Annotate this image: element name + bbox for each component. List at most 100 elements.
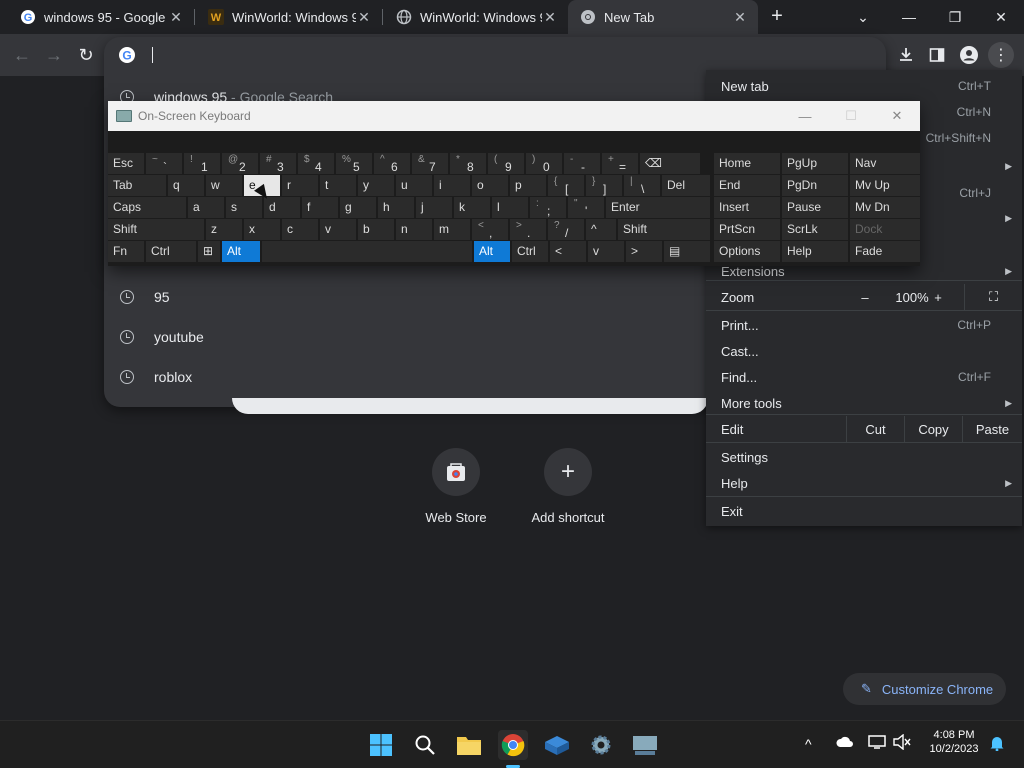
copy-button[interactable]: Copy (904, 416, 962, 442)
key-v[interactable]: v (320, 219, 356, 240)
key-,[interactable]: <, (472, 219, 508, 240)
tray-overflow-icon[interactable]: ^ (805, 736, 812, 752)
zoom-out-button[interactable]: – (846, 284, 884, 310)
key-nav[interactable]: Nav (850, 153, 920, 174)
app-icon[interactable] (542, 730, 572, 760)
key-\[interactable]: | \ (624, 175, 660, 196)
close-tab-icon[interactable]: ✕ (168, 9, 184, 26)
key-space[interactable] (262, 241, 472, 262)
key-f[interactable]: f (302, 197, 338, 218)
key-9[interactable]: (9 (488, 153, 524, 174)
key-7[interactable]: & 7 (412, 153, 448, 174)
key-u[interactable]: u (396, 175, 432, 196)
key-k[interactable]: k (454, 197, 490, 218)
key-5[interactable]: % 5 (336, 153, 372, 174)
key-[[interactable]: {[ (548, 175, 584, 196)
key-2[interactable]: @2 (222, 153, 258, 174)
key-mv-dn[interactable]: Mv Dn (850, 197, 920, 218)
tab-winworld-1[interactable]: W WinWorld: Windows 9 ✕ (196, 0, 382, 34)
key-prtscn[interactable]: PrtScn (714, 219, 780, 240)
customize-chrome-button[interactable]: ✎ Customize Chrome (843, 673, 1006, 705)
key-fade[interactable]: Fade (850, 241, 920, 262)
key-enter[interactable]: Enter (606, 197, 710, 218)
menu-new-tab[interactable]: New tab Ctrl+T (706, 73, 1022, 99)
key-i[interactable]: i (434, 175, 470, 196)
file-explorer-icon[interactable] (454, 730, 484, 760)
key-'[interactable]: " ' (568, 197, 604, 218)
text-caret[interactable] (152, 47, 153, 63)
key-scrlk[interactable]: ScrLk (782, 219, 848, 240)
key-h[interactable]: h (378, 197, 414, 218)
key-alt[interactable]: Alt (222, 241, 260, 262)
key-up-arrow[interactable]: ^ (586, 219, 616, 240)
key-m[interactable]: m (434, 219, 470, 240)
key-8[interactable]: * 8 (450, 153, 486, 174)
key-g[interactable]: g (340, 197, 376, 218)
forward-icon[interactable]: → (42, 43, 66, 67)
key-help[interactable]: Help (782, 241, 848, 262)
notification-bell-icon[interactable] (990, 735, 1004, 754)
key-/[interactable]: ? / (548, 219, 584, 240)
menu-more-tools[interactable]: More tools ▶ (706, 390, 1022, 416)
key-x[interactable]: x (244, 219, 280, 240)
search-icon[interactable] (410, 730, 440, 760)
key-alt-right[interactable]: Alt (474, 241, 510, 262)
restore-icon[interactable]: ❐ (932, 0, 978, 34)
key-Esc[interactable]: Esc (108, 153, 144, 174)
key-.[interactable]: >. (510, 219, 546, 240)
key-a[interactable]: a (188, 197, 224, 218)
osk-icon[interactable] (630, 730, 660, 760)
chrome-icon[interactable] (498, 730, 528, 760)
suggestion-item[interactable]: youtube (104, 317, 704, 357)
key-s[interactable]: s (226, 197, 262, 218)
key-Shift[interactable]: Shift (108, 219, 204, 240)
key-z[interactable]: z (206, 219, 242, 240)
key-1[interactable]: ! 1 (184, 153, 220, 174)
key-q[interactable]: q (168, 175, 204, 196)
menu-cast[interactable]: Cast... (706, 338, 1022, 364)
key-t[interactable]: t (320, 175, 356, 196)
key-`[interactable]: ~ ` (146, 153, 182, 174)
key-insert[interactable]: Insert (714, 197, 780, 218)
windows-key-icon[interactable]: ⊞ (198, 241, 220, 262)
menu-help[interactable]: Help ▶ (706, 470, 1022, 496)
menu-print[interactable]: Print... Ctrl+P (706, 312, 1022, 338)
key-r[interactable]: r (282, 175, 318, 196)
close-tab-icon[interactable]: ✕ (356, 9, 372, 26)
download-icon[interactable] (893, 42, 919, 68)
cut-button[interactable]: Cut (846, 416, 904, 442)
key-options[interactable]: Options (714, 241, 780, 262)
key-end[interactable]: End (714, 175, 780, 196)
key-;[interactable]: :; (530, 197, 566, 218)
suggestion-item[interactable]: 95 (104, 277, 704, 317)
key-Tab[interactable]: Tab (108, 175, 166, 196)
key-6[interactable]: ^ 6 (374, 153, 410, 174)
key-pause[interactable]: Pause (782, 197, 848, 218)
settings-icon[interactable] (586, 730, 616, 760)
key--[interactable]: -- (564, 153, 600, 174)
back-icon[interactable]: ← (10, 43, 34, 67)
fullscreen-icon[interactable]: ⛶ (964, 284, 1022, 310)
key-=[interactable]: + = (602, 153, 638, 174)
tab-search-icon[interactable]: ⌄ (840, 0, 886, 34)
shortcut-web-store[interactable]: Web Store (411, 448, 501, 525)
minimize-icon[interactable]: — (886, 0, 932, 34)
key-o[interactable]: o (472, 175, 508, 196)
key-][interactable]: }] (586, 175, 622, 196)
close-tab-icon[interactable]: ✕ (542, 9, 558, 26)
key-shift-right[interactable]: Shift (618, 219, 710, 240)
kebab-menu-icon[interactable]: ⋮ (988, 42, 1014, 68)
tab-google-search[interactable]: G windows 95 - Google S ✕ (8, 0, 194, 34)
key-fn[interactable]: Fn (108, 241, 144, 262)
key-4[interactable]: $4 (298, 153, 334, 174)
minimize-icon[interactable]: — (782, 101, 828, 131)
key-j[interactable]: j (416, 197, 452, 218)
menu-find[interactable]: Find... Ctrl+F (706, 364, 1022, 390)
close-icon[interactable]: ✕ (874, 101, 920, 131)
key-down-arrow[interactable]: v (588, 241, 624, 262)
key-pgdn[interactable]: PgDn (782, 175, 848, 196)
reload-icon[interactable]: ↻ (74, 43, 98, 67)
key-pgup[interactable]: PgUp (782, 153, 848, 174)
key-ctrl-right[interactable]: Ctrl (512, 241, 548, 262)
menu-settings[interactable]: Settings (706, 444, 1022, 470)
